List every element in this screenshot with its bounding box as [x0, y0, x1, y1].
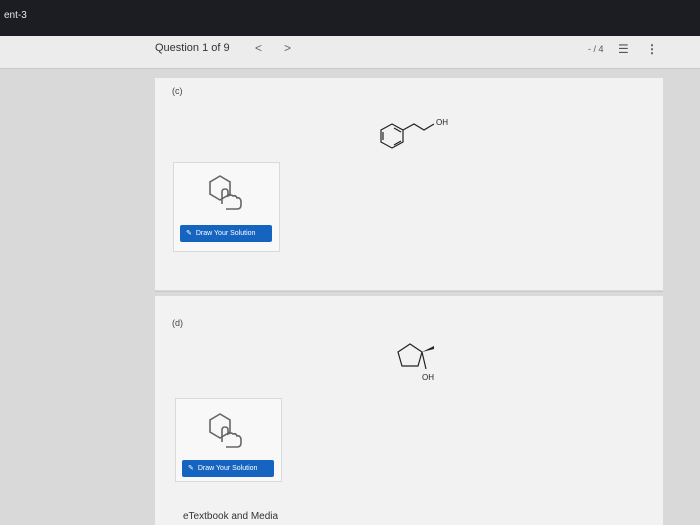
part-divider — [155, 291, 663, 292]
molecule-c: OH — [380, 118, 448, 149]
part-c-label: (c) — [172, 86, 183, 96]
part-d-label: (d) — [172, 318, 183, 328]
more-options-icon[interactable]: ⋮ — [646, 42, 658, 56]
question-label[interactable]: Question 1 of 9 — [155, 42, 230, 54]
etextbook-media-link[interactable]: eTextbook and Media — [183, 511, 278, 522]
hand-pointer-benzene-icon — [209, 413, 242, 448]
pencil-icon: ✎ — [186, 230, 192, 237]
browser-topbar: ent-3 — [0, 0, 700, 36]
next-question-button[interactable]: > — [284, 41, 291, 55]
draw-solution-label-c: Draw Your Solution — [195, 230, 256, 237]
draw-solution-label-d: Draw Your Solution — [197, 465, 258, 472]
question-header: Question 1 of 9 < > - / 4 ☰ ⋮ — [0, 36, 700, 69]
draw-solution-button-c[interactable]: ✎ Draw Your Solution — [180, 225, 272, 242]
browser-tab-title[interactable]: ent-3 — [4, 10, 27, 21]
score-display: - / 4 — [588, 44, 604, 54]
pencil-icon: ✎ — [188, 465, 194, 472]
molecule-c-oh-label: OH — [436, 118, 448, 127]
molecule-d-oh-label: OH — [422, 373, 434, 382]
draw-solution-button-d[interactable]: ✎ Draw Your Solution — [182, 460, 274, 477]
hand-pointer-benzene-icon — [209, 175, 242, 210]
prev-question-button[interactable]: < — [255, 41, 262, 55]
molecule-d: OH — [397, 343, 434, 382]
list-icon[interactable]: ☰ — [618, 42, 629, 56]
